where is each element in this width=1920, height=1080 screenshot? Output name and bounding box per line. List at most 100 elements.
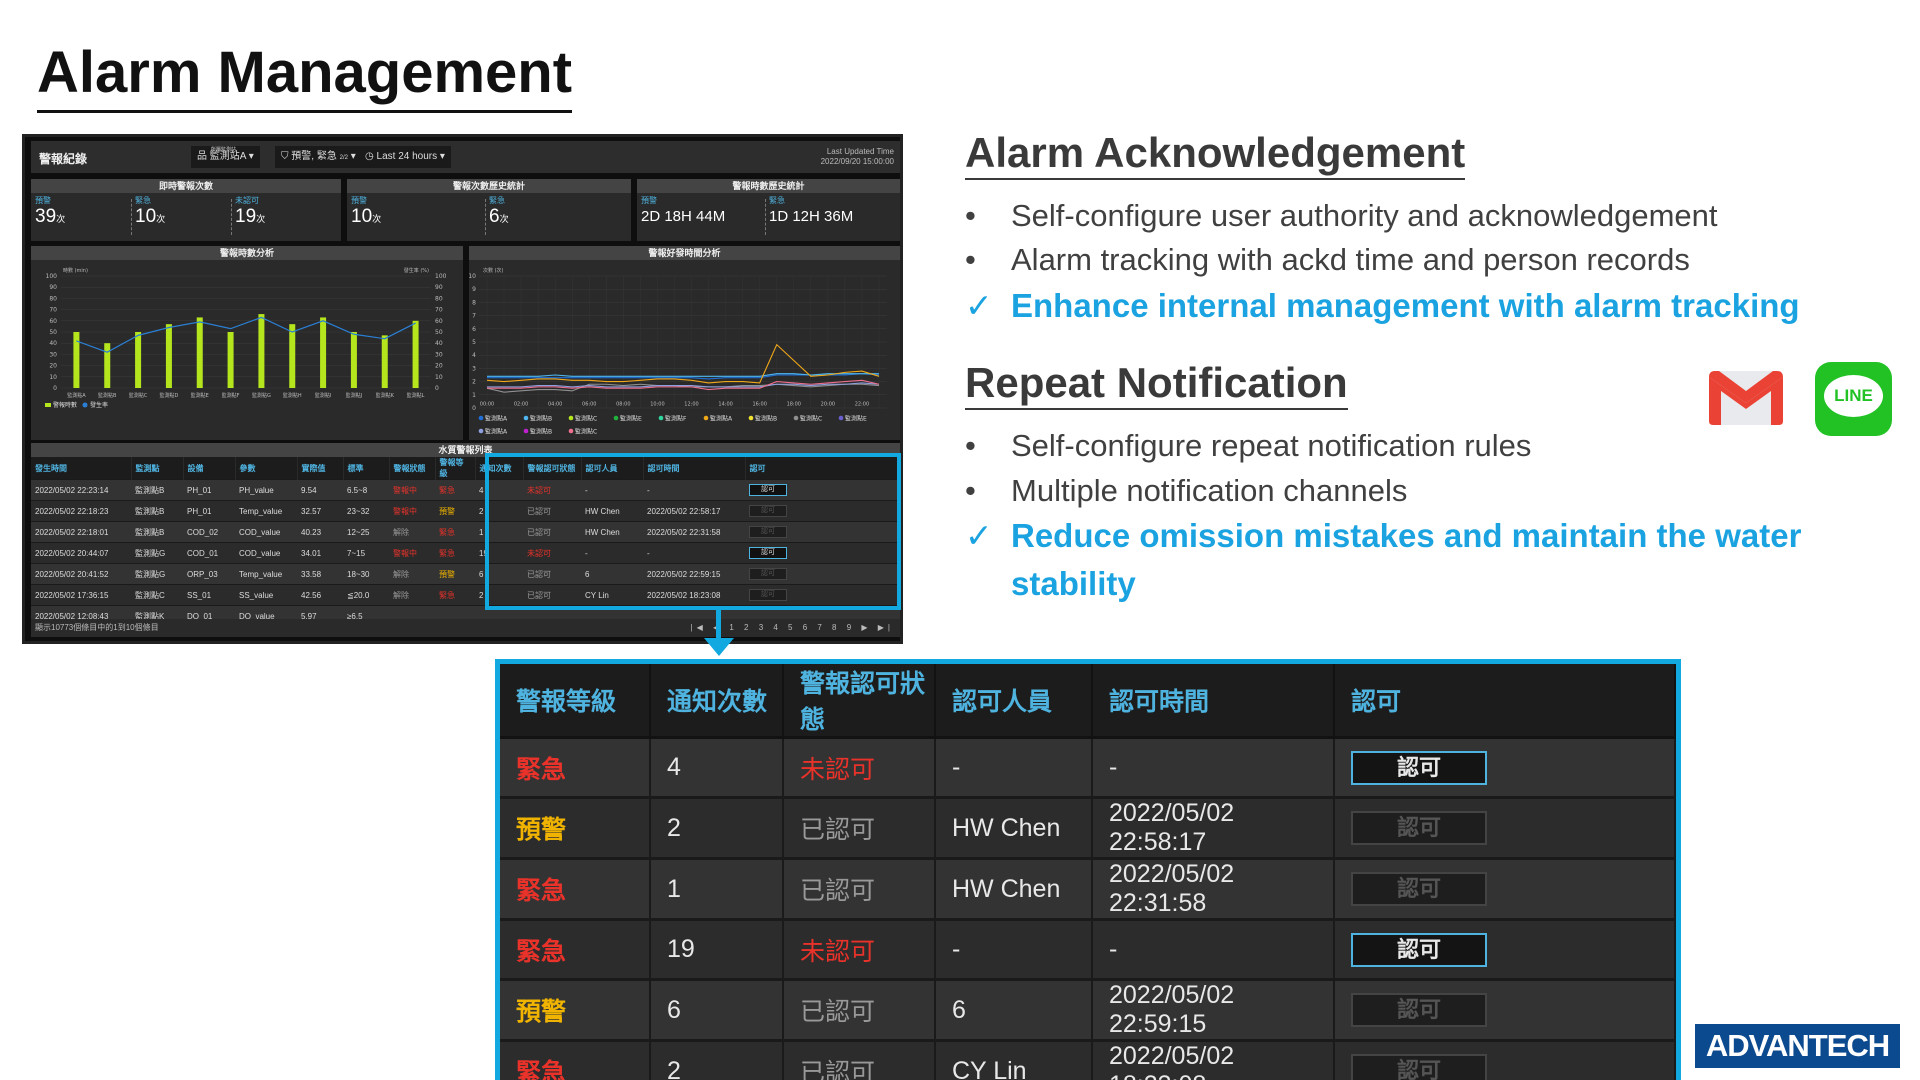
column-header: 警報狀態: [389, 457, 436, 480]
table-cell: 40.23: [297, 521, 343, 543]
y2-tick-label: 30: [435, 351, 443, 358]
column-header: 監測點: [131, 457, 184, 480]
time-range-value: Last 24 hours: [376, 151, 438, 162]
table-cell: 34.01: [297, 542, 343, 564]
ack-highlight: ✓ Enhance internal management with alarm …: [965, 286, 1800, 326]
bullet-icon: •: [965, 428, 976, 463]
y-tick-label: 80: [49, 295, 57, 302]
ack-time: -: [1092, 737, 1335, 799]
acknowledge-button[interactable]: 認可: [1351, 1054, 1487, 1080]
stat-label: 預警: [641, 196, 657, 205]
table-cell: 緊急: [435, 584, 475, 606]
x-tick-label: 02:00: [514, 401, 528, 407]
duration-history-panel: 警報時數歷史統計 預警 2D 18H 44M 緊急 1D 12H 36M: [637, 179, 900, 241]
y2-tick-label: 100: [435, 273, 447, 280]
line-icon: LINE: [1815, 362, 1892, 436]
table-cell: 12~25: [343, 521, 389, 543]
stat-value: 2D 18H 44M: [641, 208, 726, 225]
legend-label: 監測點B: [530, 428, 552, 436]
column-header: 發生時間: [31, 457, 132, 480]
stat-unit: 次: [372, 214, 382, 224]
x-tick-label: 08:00: [616, 401, 630, 407]
site-icon: 品: [197, 151, 210, 162]
last-updated: Last Updated Time 2022/09/20 15:00:00: [821, 147, 894, 167]
ack-person: HW Chen: [935, 797, 1093, 860]
legend-label: 監測點E: [620, 415, 642, 423]
level-filter[interactable]: ⛉ 預警, 緊急 2/2 ▾: [275, 146, 362, 168]
filter-count: 2/2: [339, 155, 348, 161]
ack-bullet: • Self-configure user authority and ackno…: [965, 196, 1718, 236]
alarm-level: 緊急: [500, 919, 651, 981]
table-cell: 2022/05/02 17:36:15: [31, 584, 131, 606]
panel-title: 警報時數歷史統計: [637, 179, 900, 193]
legend-swatch: [613, 415, 619, 421]
bar: [135, 332, 142, 388]
x-tick-label: 12:00: [684, 401, 698, 407]
time-range-selector[interactable]: ◷ Last 24 hours ▾: [359, 146, 451, 168]
table-cell: 42.56: [297, 584, 343, 606]
pagination[interactable]: |◀ ◀ 1 2 3 4 5 6 7 8 9 ▶ ▶|: [691, 619, 894, 637]
ack-person: -: [935, 737, 1093, 799]
acknowledgement-table-zoom: 警報等級 通知次數 警報認可狀態 認可人員 認可時間 認可 緊急 4 未認可 - - 認可 預警 2 已認可…: [495, 659, 1681, 1080]
table-row: 緊急 4 未認可 - - 認可: [500, 737, 1676, 799]
notify-count: 2: [650, 797, 784, 860]
bar: [320, 317, 327, 388]
legend-label: 監測點B: [530, 415, 552, 423]
repeat-bullet: • Multiple notification channels: [965, 471, 1407, 511]
stat-value: 39: [35, 206, 57, 227]
notify-count: 6: [650, 979, 784, 1042]
arrow-shaft: [716, 610, 721, 640]
chart-title: 警報好發時間分析: [469, 246, 900, 260]
acknowledge-button[interactable]: 認可: [1351, 750, 1487, 785]
acknowledge-button[interactable]: 認可: [1351, 932, 1487, 967]
x-tick-label: 04:00: [548, 401, 562, 407]
line-logo-text: LINE: [1824, 375, 1883, 417]
y-tick-label: 100: [46, 273, 58, 280]
x-tick-label: 監測點H: [283, 392, 302, 399]
y-tick-label: 0: [472, 405, 476, 412]
highlight-box: [485, 453, 901, 610]
bar: [165, 324, 172, 388]
time-chart-panel: 警報好發時間分析 0 1 2 3 4 5 6 7 8 9 10 次數 (次) 00:00 02:00 04:…: [468, 246, 900, 440]
x-tick-label: 監測點B: [98, 392, 117, 399]
table-cell: SS_01: [183, 584, 235, 606]
notify-count: 4: [650, 737, 784, 799]
chevron-down-icon: ▾: [439, 151, 445, 162]
dashboard-title: 警報紀錄: [39, 152, 88, 166]
legend-swatch: [568, 428, 574, 434]
legend-label: 監測點A: [710, 415, 733, 423]
y-tick-label: 50: [49, 329, 57, 336]
site-selector[interactable]: 品 所屬監測站 監測站A ▾: [191, 146, 260, 168]
y-tick-label: 8: [472, 299, 476, 306]
site-label: 所屬監測站: [211, 147, 237, 153]
acknowledge-button[interactable]: 認可: [1351, 993, 1487, 1027]
y2-tick-label: 90: [435, 284, 443, 291]
stat-unit: 次: [499, 214, 509, 224]
legend-label: 監測點C: [575, 428, 597, 436]
column-header: 警報等級: [435, 457, 476, 480]
y2-axis-label: 發生率 (%): [404, 267, 429, 274]
table-cell: 緊急: [435, 521, 475, 543]
ack-cell: 認可: [1334, 1040, 1676, 1080]
time-line-chart: 0 1 2 3 4 5 6 7 8 9 10 次數 (次) 00:00 02:00 04:00 06:00 08…: [468, 267, 887, 436]
stat-warning: 預警 2D 18H 44M: [641, 195, 725, 228]
table-row: 預警 2 已認可 HW Chen 2022/05/02 22:58:17 認可: [500, 797, 1676, 860]
acknowledge-button[interactable]: 認可: [1351, 872, 1487, 906]
y2-tick-label: 50: [435, 329, 443, 336]
bar: [258, 314, 265, 388]
y-axis-label: 次數 (次): [483, 267, 504, 274]
last-updated-label: Last Updated Time: [826, 147, 894, 156]
stat-value: 1D 12H 36M: [769, 208, 854, 225]
x-tick-label: 16:00: [752, 401, 766, 407]
legend-swatch: [838, 415, 844, 421]
stat-label: 預警: [351, 196, 367, 205]
duration-bar-chart: 0 0 10 10 20 20 30 30 40 40 50 50 60 60 70 70 80 80 90 90 10…: [45, 267, 447, 409]
table-cell: 2022/05/02 22:18:23: [31, 500, 131, 522]
y2-tick-label: 20: [435, 363, 443, 370]
acknowledge-button[interactable]: 認可: [1351, 811, 1487, 845]
y-tick-label: 30: [49, 351, 57, 358]
table-cell: 33.58: [297, 563, 343, 585]
column-header: 標準: [343, 457, 390, 480]
table-cell: 解除: [389, 563, 435, 585]
legend-label: 監測點A: [485, 428, 508, 436]
